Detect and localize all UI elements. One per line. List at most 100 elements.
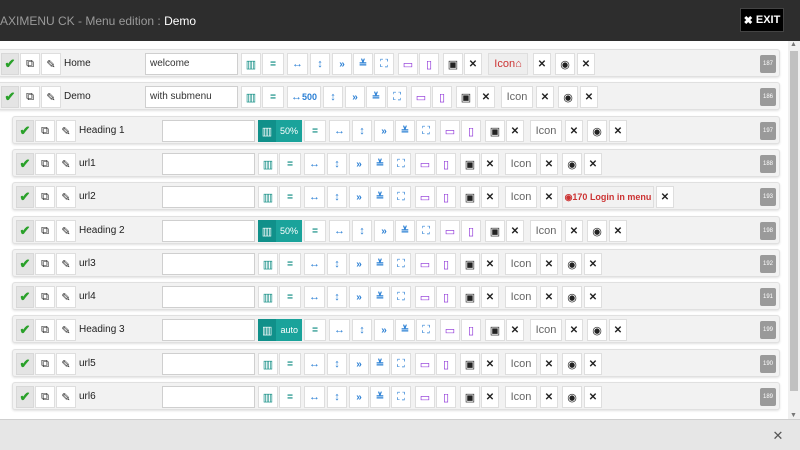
horizontal-arrows-icon[interactable]: ↔ [304,153,325,175]
close-icon[interactable]: ✕ [577,53,595,75]
align-equal-icon[interactable]: = [262,53,284,75]
desktop-icon[interactable]: ▭ [415,253,435,275]
columns-icon[interactable]: ▥ [258,186,278,208]
vertical-arrows-icon[interactable]: ↕ [327,353,347,375]
close-icon[interactable]: ✕ [540,286,558,308]
close-icon[interactable]: ✕ [506,319,524,341]
database-icon[interactable]: ◉ [558,86,578,108]
mobile-icon[interactable]: ▯ [436,353,456,375]
item-description-input[interactable] [162,220,255,242]
external-link-icon[interactable]: ⧉ [35,319,55,341]
pencil-icon[interactable]: ✎ [56,220,76,242]
desktop-icon[interactable]: ▭ [440,319,460,341]
vertical-arrows-icon[interactable]: ↕ [327,286,347,308]
desktop-icon[interactable]: ▭ [440,220,460,242]
desktop-icon[interactable]: ▭ [415,353,435,375]
close-icon[interactable]: ✕ [506,220,524,242]
exit-button[interactable]: ✖ EXIT [740,8,784,32]
pencil-icon[interactable]: ✎ [41,86,61,108]
vertical-arrows-icon[interactable]: ↕ [323,86,343,108]
external-link-icon[interactable]: ⧉ [35,386,55,408]
menu-item-row[interactable]: ✔ ⧉ ✎ Heading 3 ▥ auto = ↔ ↕» ≚ ⛶ ▭ ▯ ▣ ✕ Icon ✕ ◉ ✕ 199 [12,315,780,343]
item-description-input[interactable] [162,319,255,341]
menu-item-row[interactable]: ✔ ⧉ ✎ url6 ▥ = ↔ ↕» ≚ ⛶ ▭ ▯ ▣ ✕ Icon ✕ ◉ ✕ 189 [12,382,780,410]
item-description-input[interactable]: welcome [145,53,238,75]
database-icon[interactable]: ◉ [562,386,582,408]
close-icon[interactable]: ✕ [540,353,558,375]
mobile-icon[interactable]: ▯ [436,153,456,175]
check-icon[interactable]: ✔ [16,186,34,208]
close-icon[interactable]: ✕ [506,120,524,142]
scroll-up-icon[interactable]: ▲ [790,41,797,48]
mobile-icon[interactable]: ▯ [432,86,452,108]
close-icon[interactable]: ✕ [609,319,627,341]
double-chevron-right-icon[interactable]: » [349,353,369,375]
scroll-down-icon[interactable]: ▼ [790,412,797,419]
menu-item-row[interactable]: ✔ ⧉ ✎ url5 ▥ = ↔ ↕» ≚ ⛶ ▭ ▯ ▣ ✕ Icon ✕ ◉ ✕ 190 [12,349,780,377]
fullscreen-icon[interactable]: ⛶ [391,186,411,208]
external-link-icon[interactable]: ⧉ [35,286,55,308]
database-icon[interactable]: ◉ [587,319,607,341]
fullscreen-icon[interactable]: ⛶ [374,53,394,75]
pencil-icon[interactable]: ✎ [56,319,76,341]
icon-picker-button[interactable]: Icon [505,286,537,308]
vertical-arrows-icon[interactable]: ↕ [352,220,372,242]
horizontal-arrows-icon[interactable]: ↔ [329,120,350,142]
image-icon[interactable]: ▣ [460,153,480,175]
item-description-input[interactable] [162,153,255,175]
column-width-toggle[interactable]: ▥ 50% [258,220,302,242]
double-chevron-down-icon[interactable]: ≚ [366,86,386,108]
vertical-arrows-icon[interactable]: ↕ [327,153,347,175]
external-link-icon[interactable]: ⧉ [20,53,40,75]
vertical-arrows-icon[interactable]: ↕ [310,53,330,75]
icon-picker-button[interactable]: Icon ⌂ [488,53,528,75]
double-chevron-down-icon[interactable]: ≚ [370,386,390,408]
close-icon[interactable]: ✕ [565,120,583,142]
mobile-icon[interactable]: ▯ [436,386,456,408]
horizontal-arrows-icon[interactable]: ↔ [329,319,350,341]
menu-item-row[interactable]: ✔ ⧉ ✎ Heading 2 ▥ 50% = ↔ ↕» ≚ ⛶ ▭ ▯ ▣ ✕ Icon ✕ ◉ ✕ 198 [12,216,780,244]
check-icon[interactable]: ✔ [16,353,34,375]
image-icon[interactable]: ▣ [485,120,505,142]
check-icon[interactable]: ✔ [1,53,19,75]
close-icon[interactable]: ✕ [584,286,602,308]
pencil-icon[interactable]: ✎ [56,253,76,275]
image-icon[interactable]: ▣ [460,286,480,308]
double-chevron-down-icon[interactable]: ≚ [370,286,390,308]
mobile-icon[interactable]: ▯ [436,286,456,308]
vertical-scrollbar[interactable]: ▲ ▼ [788,41,800,419]
menu-item-row[interactable]: ✔ ⧉ ✎ url2 ▥ = ↔ ↕» ≚ ⛶ ▭ ▯ ▣ ✕ Icon ✕ ◉ 170 Login in me… [12,182,780,210]
double-chevron-down-icon[interactable]: ≚ [370,186,390,208]
icon-picker-button[interactable]: Icon [505,186,537,208]
pencil-icon[interactable]: ✎ [56,353,76,375]
fullscreen-icon[interactable]: ⛶ [416,319,436,341]
double-chevron-right-icon[interactable]: » [349,253,369,275]
mobile-icon[interactable]: ▯ [436,253,456,275]
double-chevron-down-icon[interactable]: ≚ [353,53,373,75]
close-icon[interactable]: ✕ [565,220,583,242]
close-icon[interactable]: ✕ [477,86,495,108]
image-icon[interactable]: ▣ [456,86,476,108]
item-description-input[interactable] [162,386,255,408]
close-icon[interactable]: ✕ [536,86,554,108]
item-description-input[interactable] [162,286,255,308]
fullscreen-icon[interactable]: ⛶ [387,86,407,108]
double-chevron-right-icon[interactable]: » [332,53,352,75]
close-icon[interactable]: ✕ [656,186,674,208]
pencil-icon[interactable]: ✎ [56,386,76,408]
database-icon[interactable]: ◉ [562,153,582,175]
menu-item-row[interactable]: ✔ ⧉ ✎ Demo with submenu ▥ = ↔ 500 ↕» ≚ ⛶ ▭ ▯ ▣ ✕ Icon ✕ ◉… [0,82,780,110]
database-icon[interactable]: ◉ [555,53,575,75]
item-description-input[interactable]: with submenu [145,86,238,108]
close-icon[interactable]: ✕ [481,353,499,375]
column-width-toggle[interactable]: ▥ auto [258,319,302,341]
close-icon[interactable]: ✕ [464,53,482,75]
close-icon[interactable]: ✕ [533,53,551,75]
double-chevron-right-icon[interactable]: » [374,319,394,341]
align-equal-icon[interactable]: = [279,286,301,308]
icon-picker-button[interactable]: Icon [505,353,537,375]
vertical-arrows-icon[interactable]: ↕ [352,120,372,142]
horizontal-arrows-icon[interactable]: ↔ [304,286,325,308]
close-icon[interactable]: ✕ [540,186,558,208]
double-chevron-right-icon[interactable]: » [374,220,394,242]
